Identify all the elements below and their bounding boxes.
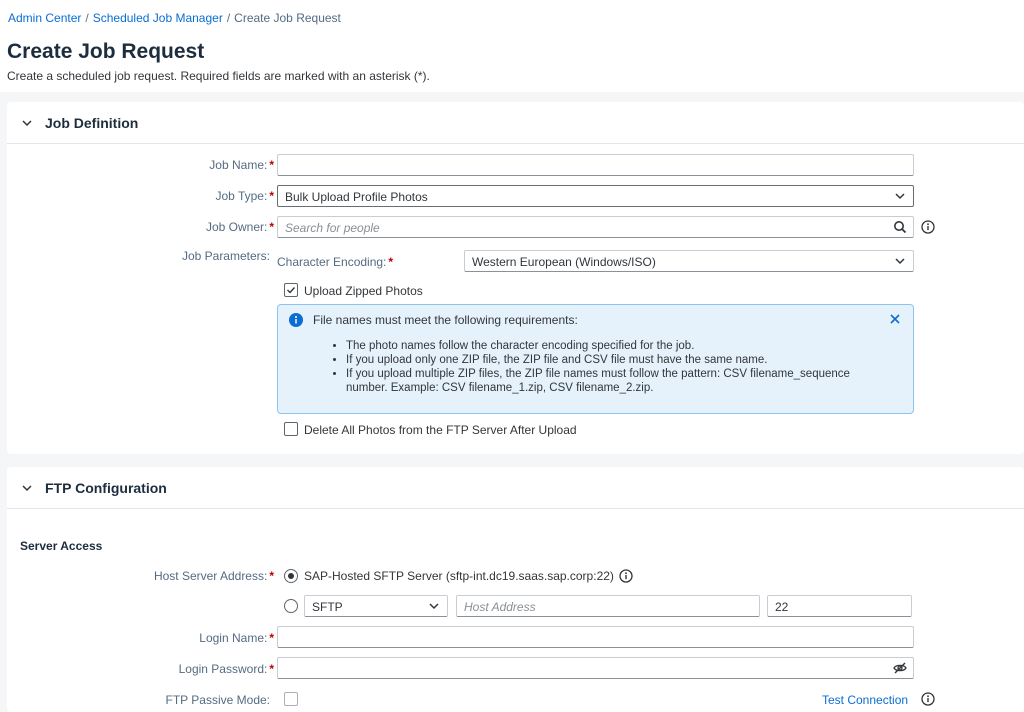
required-marker: * (269, 220, 274, 234)
section-title: Job Definition (45, 115, 139, 131)
label-text: Job Name: (209, 158, 268, 172)
chevron-down-icon[interactable] (895, 256, 905, 266)
eye-slash-icon[interactable] (893, 661, 907, 675)
required-marker: * (269, 158, 274, 172)
host-server-label: Host Server Address: * (130, 569, 274, 583)
chevron-down-icon[interactable] (429, 601, 439, 611)
job-type-value: Bulk Upload Profile Photos (285, 190, 428, 204)
page-title: Create Job Request (7, 40, 205, 63)
info-icon[interactable] (921, 220, 935, 234)
login-password-label: Login Password: * (150, 662, 274, 676)
list-item: The photo names follow the character enc… (346, 339, 891, 353)
test-connection-button[interactable]: Test Connection (822, 693, 908, 707)
upload-zipped-label[interactable]: Upload Zipped Photos (304, 284, 423, 298)
label-text: Host Server Address: (153, 569, 268, 583)
delete-photos-checkbox[interactable] (284, 422, 298, 436)
sap-hosted-label[interactable]: SAP-Hosted SFTP Server (sftp-int.dc19.sa… (304, 569, 614, 583)
label-text: Login Name: (199, 631, 268, 645)
job-owner-placeholder: Search for people (285, 221, 380, 235)
port-input[interactable]: 22 (767, 595, 912, 617)
info-message-list: The photo names follow the character enc… (331, 339, 891, 395)
label-text: Login Password: (178, 662, 268, 676)
job-type-select[interactable]: Bulk Upload Profile Photos (277, 185, 914, 207)
breadcrumb-separator: / (85, 11, 89, 25)
label-text: Job Owner: (205, 220, 268, 234)
job-parameters-label: Job Parameters: (181, 249, 270, 263)
server-access-title: Server Access (20, 539, 103, 553)
host-address-placeholder: Host Address (464, 600, 536, 614)
required-marker: * (388, 255, 394, 269)
passive-mode-label: FTP Passive Mode: (165, 693, 270, 707)
checkmark-icon (287, 287, 296, 294)
character-encoding-value: Western European (Windows/ISO) (472, 255, 656, 269)
protocol-select[interactable]: SFTP (304, 595, 448, 617)
ftp-configuration-header[interactable]: FTP Configuration (7, 467, 1024, 509)
character-encoding-select[interactable]: Western European (Windows/ISO) (464, 250, 914, 272)
character-encoding-label: Character Encoding: * (277, 255, 393, 269)
info-message-title: File names must meet the following requi… (313, 313, 578, 327)
login-password-input[interactable] (277, 657, 914, 679)
page-header: Admin Center / Scheduled Job Manager / Creat… (0, 0, 1024, 92)
chevron-down-icon[interactable] (21, 117, 33, 129)
required-marker: * (269, 631, 274, 645)
page-subtitle: Create a scheduled job request. Required… (7, 69, 430, 83)
custom-server-radio[interactable] (284, 599, 298, 613)
breadcrumb-separator: / (226, 11, 231, 25)
job-owner-search-input[interactable]: Search for people (277, 216, 914, 238)
info-icon[interactable] (619, 569, 633, 583)
list-item: If you upload multiple ZIP files, the ZI… (346, 367, 891, 395)
required-marker: * (269, 662, 274, 676)
breadcrumb-admin-center[interactable]: Admin Center (8, 11, 81, 25)
close-icon[interactable] (889, 313, 901, 325)
section-title: FTP Configuration (45, 480, 167, 496)
info-icon[interactable] (921, 692, 935, 706)
label-text: Job Type: (215, 189, 268, 203)
breadcrumb: Admin Center / Scheduled Job Manager / Creat… (8, 11, 341, 25)
breadcrumb-current: Create Job Request (234, 11, 341, 25)
job-name-label: Job Name: * (160, 158, 274, 172)
chevron-down-icon[interactable] (895, 191, 905, 201)
sap-hosted-radio[interactable] (284, 569, 298, 583)
job-name-input[interactable] (277, 154, 914, 176)
list-item: If you upload only one ZIP file, the ZIP… (346, 353, 891, 367)
host-address-input[interactable]: Host Address (456, 595, 760, 617)
breadcrumb-scheduled-job-manager[interactable]: Scheduled Job Manager (93, 11, 223, 25)
port-value: 22 (775, 600, 789, 614)
delete-photos-label[interactable]: Delete All Photos from the FTP Server Af… (304, 423, 577, 437)
chevron-down-icon[interactable] (21, 482, 33, 494)
label-text: Character Encoding: (277, 255, 387, 269)
upload-zipped-checkbox[interactable] (284, 283, 298, 297)
login-name-label: Login Name: * (150, 631, 274, 645)
job-type-label: Job Type: * (160, 189, 275, 203)
passive-mode-checkbox[interactable] (284, 692, 298, 706)
file-name-info-message: File names must meet the following requi… (277, 304, 914, 414)
job-owner-label: Job Owner: * (160, 220, 274, 234)
required-marker: * (269, 189, 274, 203)
login-name-input[interactable] (277, 626, 914, 648)
info-icon (289, 313, 303, 327)
required-marker: * (269, 569, 274, 583)
job-definition-header[interactable]: Job Definition (7, 102, 1024, 144)
protocol-value: SFTP (312, 600, 343, 614)
search-icon[interactable] (893, 220, 907, 234)
